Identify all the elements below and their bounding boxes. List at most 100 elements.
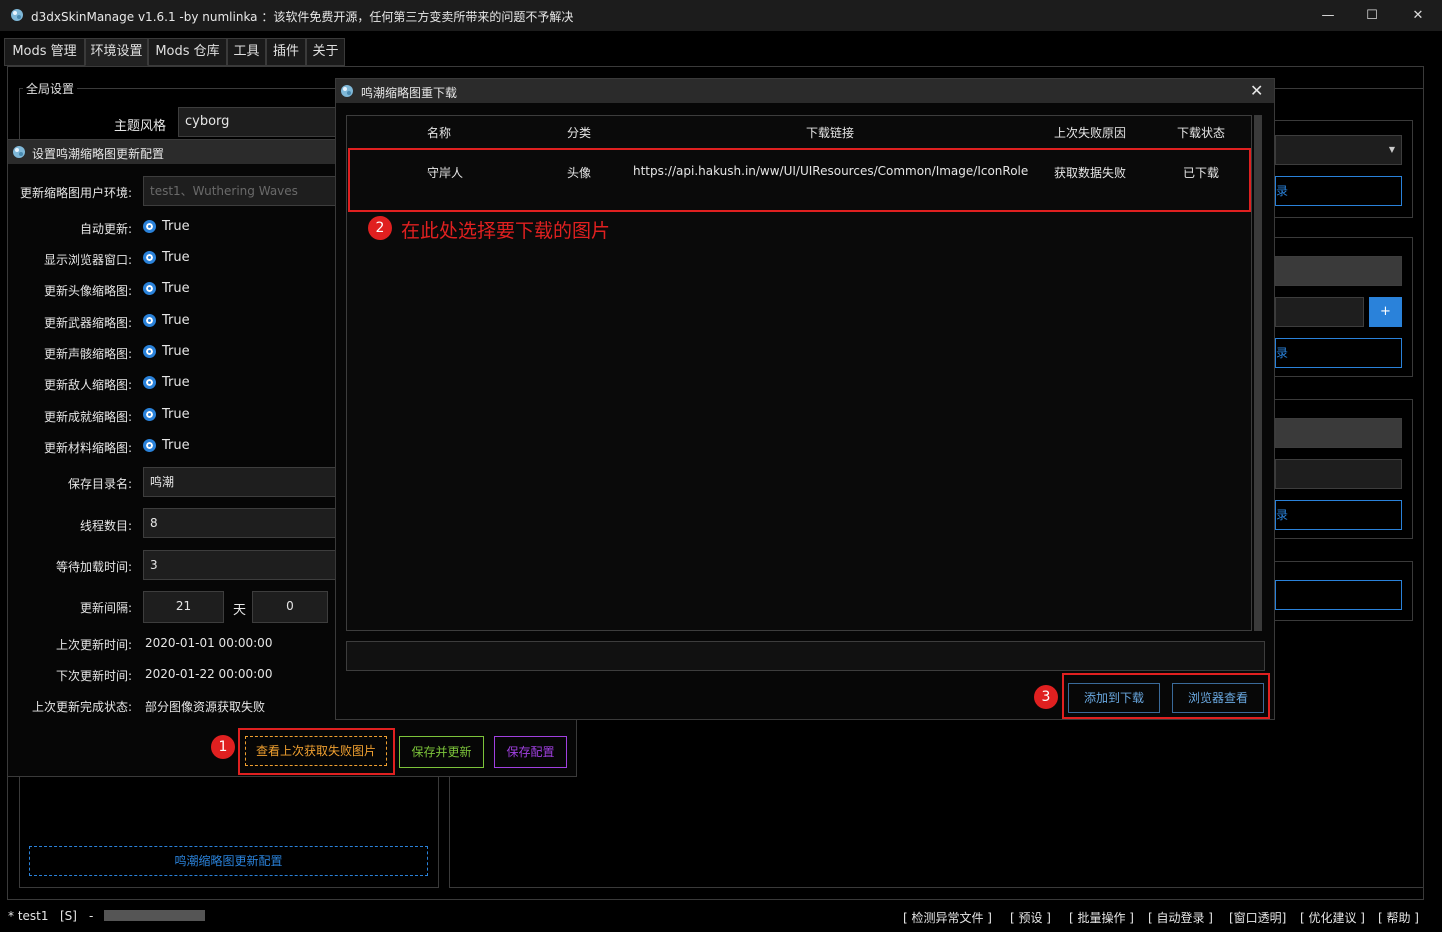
tab-mods-manage[interactable]: Mods 管理 [4, 38, 85, 66]
update-weapon-label: 更新武器缩略图: [43, 316, 132, 330]
status-flag: [S] [60, 909, 77, 923]
update-enemy-label: 更新敌人缩略图: [43, 378, 132, 392]
status-bar: * test1 [S] - [ 检测异常文件 ] [ 预设 ] [ 批量操作 ]… [0, 904, 1442, 928]
update-achievement-radio[interactable]: True [143, 407, 190, 422]
env-input-2b[interactable] [1275, 297, 1364, 327]
app-logo-icon [11, 9, 23, 21]
column-header-name[interactable]: 名称 [427, 124, 451, 141]
radio-selected-icon [143, 314, 156, 327]
radio-selected-icon [143, 282, 156, 295]
interval-label: 更新间隔: [79, 601, 132, 615]
radio-selected-icon [143, 408, 156, 421]
column-header-url[interactable]: 下载链接 [806, 124, 854, 141]
tab-tools[interactable]: 工具 [227, 38, 266, 66]
env-input-3a[interactable] [1275, 418, 1402, 448]
browse-button-4[interactable] [1275, 580, 1402, 610]
redownload-dialog-title: 鸣潮缩略图重下载 [361, 86, 458, 100]
redownload-dialog-titlebar: 鸣潮缩略图重下载 ✕ [336, 79, 1274, 103]
save-and-update-button[interactable]: 保存并更新 [399, 736, 484, 768]
annotation-box-3 [1062, 673, 1270, 719]
minimize-button[interactable]: — [1305, 0, 1351, 31]
tab-about[interactable]: 关于 [306, 38, 345, 66]
add-button[interactable]: + [1369, 297, 1402, 327]
column-header-fail-reason[interactable]: 上次失败原因 [1054, 124, 1126, 141]
theme-select[interactable]: cyborg [178, 107, 348, 137]
presets-link[interactable]: [ 预设 ] [1010, 909, 1051, 926]
help-link[interactable]: [ 帮助 ] [1378, 909, 1419, 926]
last-update-label: 上次更新时间: [55, 638, 132, 652]
update-weapon-radio[interactable]: True [143, 313, 190, 328]
wait-time-input[interactable]: 3 [143, 550, 343, 580]
thumbnail-config-button[interactable]: 鸣潮缩略图更新配置 [29, 846, 428, 876]
show-browser-radio[interactable]: True [143, 250, 190, 265]
save-config-button[interactable]: 保存配置 [494, 736, 567, 768]
next-update-label: 下次更新时间: [55, 669, 132, 683]
radio-selected-icon [143, 251, 156, 264]
threads-input[interactable]: 8 [143, 508, 343, 538]
update-avatar-radio[interactable]: True [143, 281, 190, 296]
check-abnormal-files-link[interactable]: [ 检测异常文件 ] [903, 909, 992, 926]
radio-label: True [162, 344, 190, 359]
save-dir-input[interactable]: 鸣潮 [143, 467, 343, 497]
feedback-link[interactable]: [ 优化建议 ] [1300, 909, 1365, 926]
user-env-input[interactable]: test1、Wuthering Waves [143, 176, 343, 206]
config-dialog-title: 设置鸣潮缩略图更新配置 [32, 147, 165, 161]
browse-button-2[interactable]: 录 [1275, 338, 1402, 368]
tab-environment[interactable]: 环境设置 [85, 38, 148, 66]
env-input-2a[interactable] [1275, 256, 1402, 286]
annotation-badge-3: 3 [1034, 685, 1058, 709]
annotation-badge-2: 2 [368, 216, 392, 240]
tab-plugins[interactable]: 插件 [266, 38, 306, 66]
browse-button-3[interactable]: 录 [1275, 500, 1402, 530]
maximize-button[interactable]: ☐ [1349, 0, 1395, 31]
close-window-button[interactable]: ✕ [1395, 0, 1441, 31]
radio-selected-icon [143, 220, 156, 233]
update-material-radio[interactable]: True [143, 438, 190, 453]
env-input-3b[interactable] [1275, 459, 1402, 489]
env-select-1[interactable]: ▼ [1275, 135, 1402, 165]
annotation-box-2 [348, 148, 1251, 212]
update-enemy-radio[interactable]: True [143, 375, 190, 390]
threads-label: 线程数目: [79, 519, 132, 533]
browse-button-1[interactable]: 录 [1275, 176, 1402, 206]
app-logo-icon [341, 85, 353, 97]
last-update-value: 2020-01-01 00:00:00 [145, 636, 273, 650]
update-echo-radio[interactable]: True [143, 344, 190, 359]
app-logo-icon [13, 146, 25, 158]
radio-label: True [162, 407, 190, 422]
window-transparency-link[interactable]: [窗口透明] [1229, 909, 1286, 926]
column-header-status[interactable]: 下载状态 [1177, 124, 1225, 141]
last-status-label: 上次更新完成状态: [31, 700, 132, 714]
update-achievement-label: 更新成就缩略图: [43, 410, 132, 424]
title-bar: d3dxSkinManage v1.6.1 -by numlinka ：该软件免… [0, 0, 1442, 31]
show-browser-label: 显示浏览器窗口: [43, 253, 132, 267]
wait-time-label: 等待加载时间: [55, 560, 132, 574]
interval-extra-input[interactable]: 0 [252, 591, 328, 623]
interval-unit: 天 [233, 603, 247, 618]
radio-selected-icon [143, 345, 156, 358]
column-header-category[interactable]: 分类 [567, 124, 591, 141]
save-dir-label: 保存目录名: [67, 477, 132, 491]
window-title: d3dxSkinManage v1.6.1 -by numlinka ：该软件免… [31, 10, 574, 24]
next-update-value: 2020-01-22 00:00:00 [145, 667, 273, 681]
batch-operation-link[interactable]: [ 批量操作 ] [1069, 909, 1134, 926]
auto-update-radio[interactable]: True [143, 219, 190, 234]
close-icon[interactable]: ✕ [1250, 81, 1263, 100]
auto-login-link[interactable]: [ 自动登录 ] [1148, 909, 1213, 926]
annotation-note-2: 在此处选择要下载的图片 [401, 220, 611, 242]
tab-mods-repo[interactable]: Mods 仓库 [148, 38, 227, 66]
status-progress [104, 910, 205, 921]
interval-days-input[interactable]: 21 [143, 591, 224, 623]
redownload-progress-bar [346, 641, 1265, 671]
status-separator: - [89, 909, 94, 923]
radio-label: True [162, 438, 190, 453]
radio-label: True [162, 281, 190, 296]
theme-label: 主题风格 [113, 119, 166, 134]
table-scrollbar[interactable] [1254, 115, 1262, 631]
update-material-label: 更新材料缩略图: [43, 441, 132, 455]
radio-selected-icon [143, 376, 156, 389]
annotation-box-1 [238, 728, 395, 775]
radio-label: True [162, 250, 190, 265]
dropdown-arrow-icon: ▼ [1388, 145, 1395, 154]
user-env-label: 更新缩略图用户环境: [19, 186, 132, 200]
